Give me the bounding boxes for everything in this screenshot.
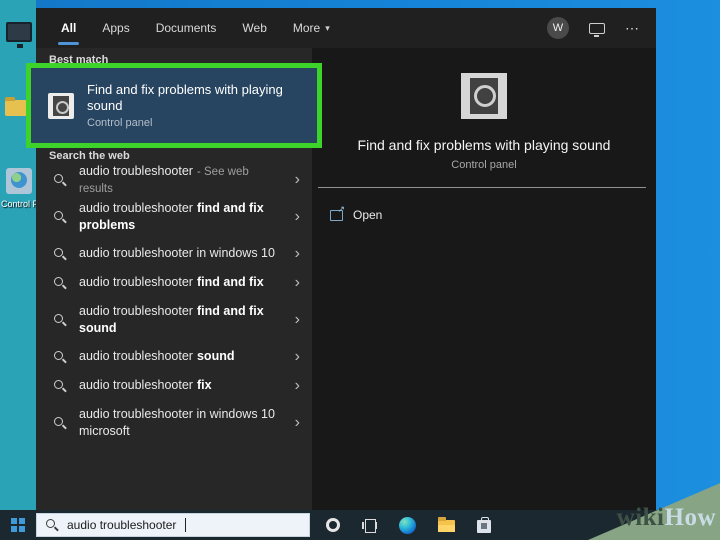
search-the-web-label: Search the web (49, 150, 130, 162)
chevron-right-icon: › (295, 312, 300, 328)
desktop-icon-folder[interactable] (5, 100, 27, 116)
task-view-icon[interactable] (362, 519, 377, 532)
search-suggestion[interactable]: audio troubleshooter in windows 10 › (36, 239, 312, 268)
web-suggestions-list: audio troubleshooterSee web results › au… (36, 165, 312, 445)
edge-browser-icon[interactable] (399, 517, 416, 534)
best-match-result[interactable]: Find and fix problems with playing sound… (26, 63, 322, 148)
best-match-title: Find and fix problems with playing sound (87, 82, 292, 115)
search-filter-tabs: All Apps Documents Web More ▾ W ⋯ (36, 8, 656, 48)
chevron-right-icon: › (295, 246, 300, 262)
wikihow-watermark-text: wikiHow (617, 504, 716, 532)
tab-apps[interactable]: Apps (89, 8, 142, 48)
tab-all[interactable]: All (48, 8, 89, 48)
open-icon: ↗ (330, 210, 343, 221)
taskbar-search-input[interactable]: audio troubleshooter (36, 513, 310, 537)
ellipsis-menu-icon[interactable]: ⋯ (625, 20, 640, 37)
troubleshooter-app-icon (461, 73, 507, 119)
best-match-subtitle: Control panel (87, 117, 292, 129)
preview-divider (318, 187, 646, 188)
desktop-icon-pc[interactable] (6, 22, 32, 42)
search-suggestion[interactable]: audio troubleshooter in windows 10 micro… (36, 400, 312, 445)
windows-logo-icon (11, 518, 25, 532)
search-suggestion[interactable]: audio troubleshootersound › (36, 342, 312, 371)
desktop-icon-control-panel[interactable] (6, 168, 32, 194)
device-icon[interactable] (589, 23, 605, 34)
chevron-right-icon: › (295, 275, 300, 291)
user-avatar[interactable]: W (547, 17, 569, 39)
tab-more[interactable]: More ▾ (280, 8, 343, 48)
chevron-down-icon: ▾ (325, 23, 330, 34)
tab-web[interactable]: Web (229, 8, 279, 48)
preview-pane: Find and fix problems with playing sound… (312, 48, 656, 510)
chevron-right-icon: › (295, 415, 300, 431)
start-button[interactable] (0, 510, 36, 540)
search-icon (53, 416, 67, 430)
preview-title: Find and fix problems with playing sound (312, 137, 656, 153)
file-explorer-icon[interactable] (438, 520, 455, 532)
search-icon (53, 247, 67, 261)
search-icon (53, 173, 67, 187)
text-caret (185, 518, 186, 532)
search-icon (53, 210, 67, 224)
microsoft-store-icon[interactable] (477, 520, 491, 533)
chevron-right-icon: › (295, 209, 300, 225)
search-icon (53, 313, 67, 327)
troubleshooter-icon (48, 93, 74, 119)
cortana-icon[interactable] (326, 518, 340, 532)
preview-subtitle: Control panel (312, 159, 656, 171)
search-icon (53, 276, 67, 290)
search-suggestion[interactable]: audio troubleshooterfix › (36, 371, 312, 400)
search-suggestion[interactable]: audio troubleshooterfind and fix › (36, 268, 312, 297)
search-input-value: audio troubleshooter (67, 518, 176, 532)
search-suggestion[interactable]: audio troubleshooterSee web results › (36, 165, 312, 194)
open-action[interactable]: ↗ Open (330, 208, 382, 222)
search-suggestion[interactable]: audio troubleshooterfind and fix sound › (36, 297, 312, 342)
chevron-right-icon: › (295, 378, 300, 394)
chevron-right-icon: › (295, 349, 300, 365)
search-icon (45, 518, 59, 532)
search-icon (53, 379, 67, 393)
search-icon (53, 350, 67, 364)
open-label: Open (353, 208, 382, 222)
chevron-right-icon: › (295, 172, 300, 188)
search-suggestion[interactable]: audio troubleshooterfind and fix problem… (36, 194, 312, 239)
tab-documents[interactable]: Documents (143, 8, 230, 48)
